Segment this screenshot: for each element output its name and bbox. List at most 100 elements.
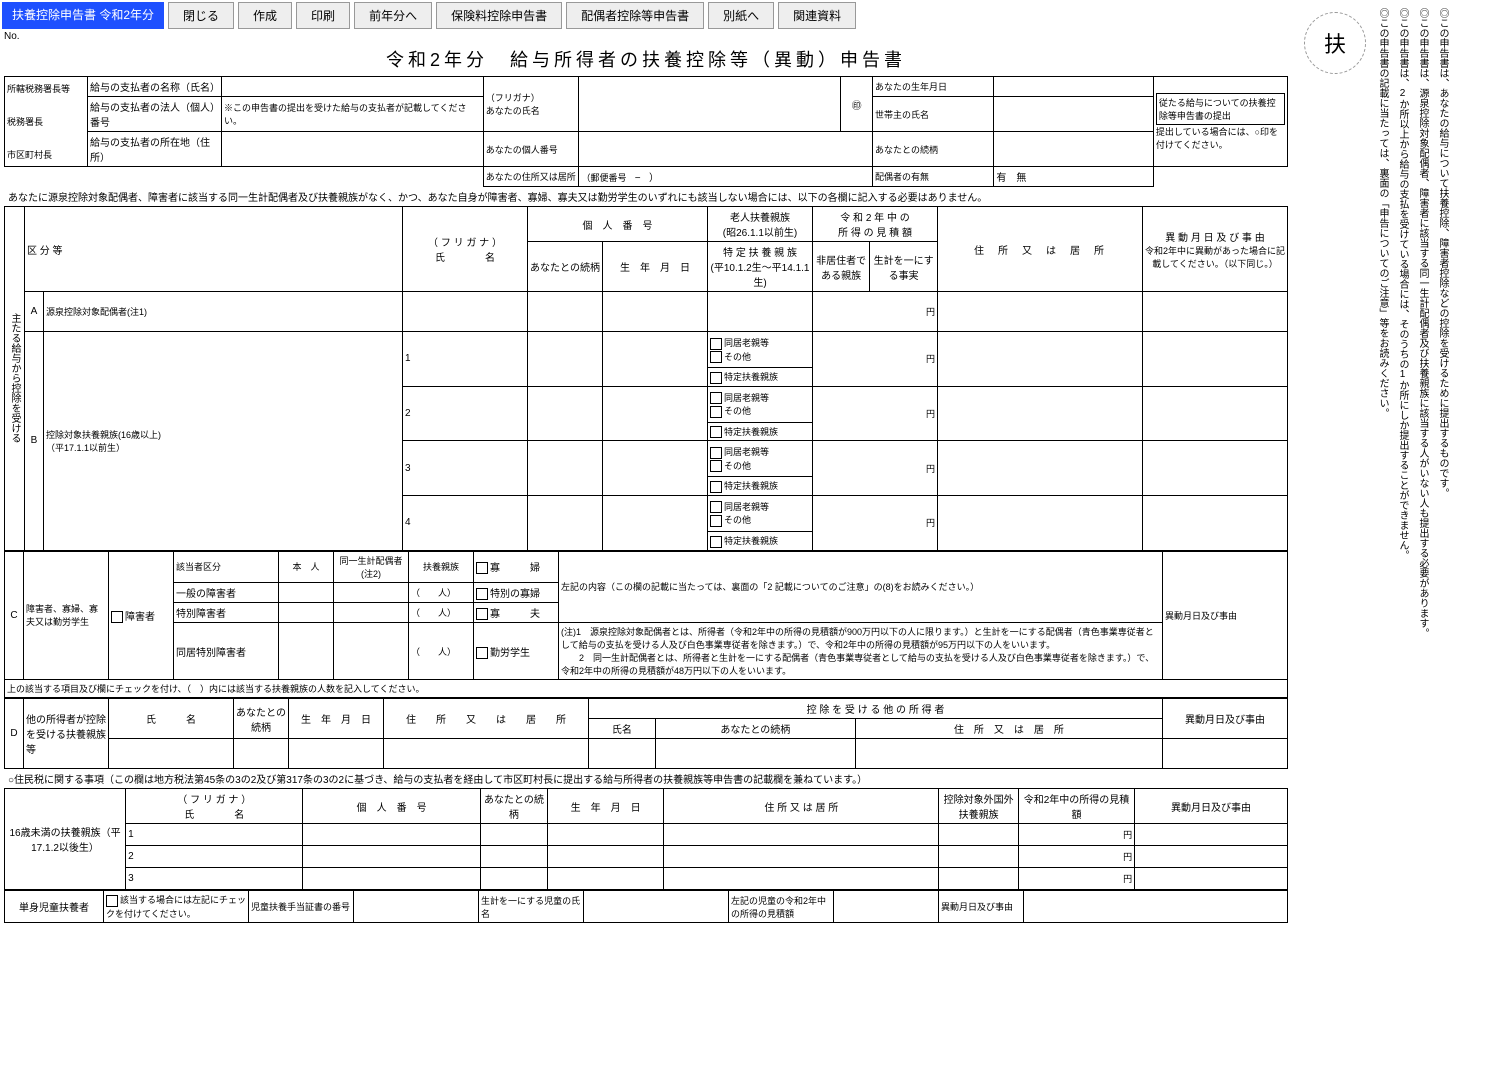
payer-no-value[interactable]: ※この申告書の提出を受けた給与の支払者が記載してください。 [222,97,484,132]
payer-addr-value[interactable] [222,132,484,167]
instruction-line: あなたに源泉控除対象配偶者、障害者に該当する同一生計配偶者及び扶養親族がなく、か… [4,187,1288,206]
row-a-change[interactable] [1143,292,1288,332]
col-change: 異 動 月 日 及 び 事 由令和2年中に異動があった場合に記載してください。（… [1143,207,1288,292]
row-a-rel[interactable] [528,292,603,332]
stamp-circle: 扶 [1304,12,1366,74]
b2-name[interactable]: 2 [403,386,528,441]
col-spec: 特 定 扶 養 親 族(平10.1.2生～平14.1.1生) [708,242,813,292]
u16-name: 16歳未満の扶養親族（平17.1.2以後生） [5,789,126,890]
section-d-table: D 他の所得者が控除を受ける扶養親族等 氏 名 あなたとの続柄 生 年 月 日 … [4,698,1288,769]
c-g1-ppl[interactable]: （ 人） [409,582,474,602]
row-a-elder [708,292,813,332]
c-bottom-note: 上の該当する項目及び欄にチェックを付け、（ ）内には該当する扶養親族の人数を記入… [5,680,1288,698]
b3-name[interactable]: 3 [403,441,528,496]
b4-name[interactable]: 4 [403,495,528,550]
close-button[interactable]: 閉じる [168,2,234,29]
side-note-2: ◎この申告書は、源泉控除対象配偶者、障害者に該当する同一生計配偶者及び扶養親族に… [1414,8,1430,915]
col-birth: 生 年 月 日 [603,242,708,292]
c-g2: 特別障害者 [174,602,279,622]
col-nonres: 非居住者である親族 [813,242,870,292]
print-button[interactable]: 印刷 [296,2,350,29]
single-h4: 異動月日及び事由 [939,891,1024,923]
submit-note-box: 従たる給与についての扶養控除等申告書の提出 提出している場合には、○印を付けてく… [1153,77,1287,167]
your-name-value[interactable] [579,77,841,132]
side-panel: 扶 ◎この申告書の記載に当たっては、裏面の「申告についてのご注意」等をお読みくだ… [1292,0,1488,923]
side-note-1: ◎この申告書は、あなたの給与について扶養控除、障害者控除などの控除を受けるために… [1434,8,1450,915]
c-hdr-spouse: 同一生計配偶者(注2) [334,551,409,582]
b1-birth[interactable] [603,332,708,387]
rel-label: あなたとの続柄 [873,132,994,167]
doc-no: No. [0,31,1292,42]
col-no: 個 人 番 号 [528,207,708,242]
spouse-presence-value[interactable]: 有 無 [994,167,1154,187]
col-rel: あなたとの続柄 [528,242,603,292]
head-value[interactable] [994,97,1154,132]
header-table: 所轄税務署長等 税務署長 市区町村長 給与の支払者の名称（氏名） （フリガナ）あ… [4,76,1288,187]
c-hdr-kubun: 該当者区分 [174,551,279,582]
col-addr: 住 所 又 は 居 所 [938,207,1143,292]
row-d-name: 他の所得者が控除を受ける扶養親族等 [24,699,109,769]
appendix-button[interactable]: 別紙へ [708,2,774,29]
tab-title: 扶養控除申告書 令和2年分 [2,2,164,29]
col-elder: 老人扶養親族(昭26.1.1以前生) [708,207,813,242]
row-a-furi[interactable] [403,292,528,332]
spouse-presence-label: 配偶者の有無 [873,167,994,187]
single-parent-table: 単身児童扶養者 該当する場合には左記にチェックを付けてください。 児童扶養手当証… [4,890,1288,923]
payer-name-value[interactable] [222,77,484,97]
doc-title: 令和2年分 給与所得者の扶養控除等（異動）申告書 [0,42,1292,76]
row-d-mark: D [5,699,24,769]
seal-mark: ㊞ [841,77,873,132]
b1-spec[interactable]: 特定扶養親族 [708,368,813,387]
create-button[interactable]: 作成 [238,2,292,29]
c-shogai[interactable]: 障害者 [109,551,174,680]
your-addr-label: あなたの住所又は居所 [483,167,579,187]
row-c-name: 障害者、寡婦、寡夫又は勤労学生 [24,551,109,680]
col-income: 令 和 2 年 中 の所 得 の 見 積 額 [813,207,938,242]
col-kubun: 区 分 等 [25,207,403,292]
row-a-mark: A [25,292,44,332]
your-no-label: あなたの個人番号 [483,132,579,167]
row-a-addr[interactable] [938,292,1143,332]
head-label: 世帯主の氏名 [873,97,994,132]
your-no-value[interactable] [579,132,873,167]
birth-label: あなたの生年月日 [873,77,994,97]
resident-tax-note: ○住民税に関する事項（この欄は地方税法第45条の3の2及び第317条の3の2に基… [4,769,1288,788]
single-h3: 左記の児童の令和2年中の所得の見積額 [729,891,834,923]
insurance-button[interactable]: 保険料控除申告書 [436,2,562,29]
row-b-mark: B [25,332,44,551]
b1-elder[interactable]: 同居老親等その他 [708,332,813,368]
birth-value[interactable] [994,77,1154,97]
row-a-income[interactable]: 円 [813,292,938,332]
side-label-main: 主たる給与から控除を受ける [5,207,25,551]
row-a-birth[interactable] [603,292,708,332]
b1-rel[interactable] [528,332,603,387]
tax-office-col: 所轄税務署長等 税務署長 市区町村長 [5,77,88,167]
section-u16-table: 16歳未満の扶養親族（平17.1.2以後生） （ フ リ ガ ナ ）氏 名 個 … [4,788,1288,890]
row-c-mark: C [5,551,24,680]
your-addr-value[interactable]: （郵便番号 − ） [579,167,873,187]
c-kafu2[interactable]: 寡 夫 [474,602,559,622]
your-name-labels: （フリガナ）あなたの氏名 [483,77,579,132]
single-chk[interactable]: 該当する場合には左記にチェックを付けてください。 [104,891,249,923]
rel-value[interactable] [994,132,1154,167]
prev-year-button[interactable]: 前年分へ [354,2,432,29]
b1-income[interactable]: 円 [813,332,938,387]
b1-name[interactable]: 1 [403,332,528,387]
c-g3: 同居特別障害者 [174,623,279,680]
c-g1: 一般の障害者 [174,582,279,602]
col-same: 生計を一にする事実 [870,242,938,292]
related-button[interactable]: 関連資料 [778,2,856,29]
c-hdr-fuyou: 扶養親族 [409,551,474,582]
payer-no-label: 給与の支払者の法人（個人）番号 [87,97,221,132]
b1-change[interactable] [1143,332,1288,387]
section-c-table: C 障害者、寡婦、寡夫又は勤労学生 障害者 該当者区分 本 人 同一生計配偶者(… [4,551,1288,699]
spouse-button[interactable]: 配偶者控除等申告書 [566,2,704,29]
b1-addr[interactable] [938,332,1143,387]
c-note-left: 左記の内容（この欄の記載に当たっては、裏面の「2 記載についてのご注意」の(8)… [559,551,1163,623]
row-b-name: 控除対象扶養親族(16歳以上)（平17.1.1以前生） [44,332,403,551]
c-kinro[interactable]: 勤労学生 [474,623,559,680]
col-name: （ フ リ ガ ナ ）氏 名 [403,207,528,292]
c-hdr-honnin: 本 人 [279,551,334,582]
c-toku[interactable]: 特別の寡婦 [474,582,559,602]
c-kafu[interactable]: 寡 婦 [474,551,559,582]
